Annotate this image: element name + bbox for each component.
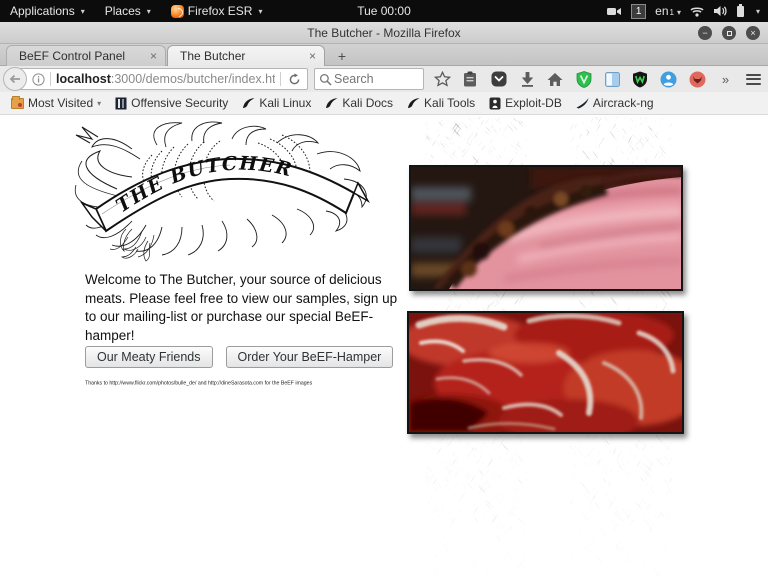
tab-close-icon[interactable]: × <box>309 49 316 63</box>
volume-icon[interactable] <box>713 5 727 17</box>
wifi-icon[interactable] <box>690 6 704 17</box>
green-shield-icon <box>576 71 592 88</box>
navigation-toolbar: localhost :3000/demos/butcher/index.html <box>0 66 768 92</box>
home-button[interactable] <box>541 67 569 91</box>
bookmark-kali-docs[interactable]: Kali Docs <box>318 92 400 114</box>
kali-dragon-icon <box>325 97 338 109</box>
applications-menu-label: Applications <box>10 4 75 18</box>
back-button[interactable] <box>3 67 27 91</box>
minimize-button[interactable]: − <box>698 26 712 40</box>
bookmarks-toolbar: Most Visited ▾ Offensive Security Kali L… <box>0 92 768 115</box>
tab-close-icon[interactable]: × <box>150 49 157 63</box>
kali-dragon-icon <box>242 97 255 109</box>
chevron-down-icon: ▾ <box>81 7 85 16</box>
bookmark-kali-tools[interactable]: Kali Tools <box>400 92 482 114</box>
maximize-icon <box>727 31 732 36</box>
pocket-icon <box>491 71 507 87</box>
pocket-button[interactable] <box>485 67 513 91</box>
butcher-logo: THE BUTCHER <box>62 119 376 263</box>
order-hamper-button[interactable]: Order Your BeEF-Hamper <box>226 346 394 368</box>
browser-viewport: THE BUTCHER Welcome to The Butcher, your… <box>0 115 768 576</box>
aircrack-ng-icon <box>576 97 589 109</box>
bookmark-star-button[interactable] <box>428 67 456 91</box>
applications-menu[interactable]: Applications ▾ <box>0 0 95 22</box>
action-buttons: Our Meaty Friends Order Your BeEF-Hamper <box>85 346 393 368</box>
search-bar[interactable] <box>314 68 424 90</box>
chevron-down-icon: ▾ <box>677 8 681 17</box>
search-input[interactable] <box>332 71 412 87</box>
bookmark-aircrack-ng[interactable]: Aircrack-ng <box>569 92 661 114</box>
workspace-indicator[interactable]: 1 <box>631 4 646 19</box>
chevron-down-icon: ▾ <box>97 99 101 108</box>
tab-label: The Butcher <box>180 49 303 63</box>
tab-bar: BeEF Control Panel × The Butcher × + <box>0 44 768 66</box>
maximize-button[interactable] <box>722 26 736 40</box>
account-person-icon <box>660 71 677 88</box>
meaty-friends-button[interactable]: Our Meaty Friends <box>85 346 213 368</box>
downloads-button[interactable] <box>513 67 541 91</box>
page-info-icon[interactable] <box>32 73 45 86</box>
clipboard-button[interactable] <box>456 67 484 91</box>
addon-https-everywhere-button[interactable] <box>570 67 598 91</box>
overflow-button[interactable]: » <box>711 67 739 91</box>
back-arrow-icon <box>9 74 21 84</box>
places-menu-label: Places <box>105 4 141 18</box>
chevron-down-icon: ▾ <box>258 7 262 16</box>
new-tab-button[interactable]: + <box>330 47 354 65</box>
toolbar-buttons: » <box>428 66 768 92</box>
url-path: :3000/demos/butcher/index.html <box>111 72 275 86</box>
kali-dragon-icon <box>407 97 420 109</box>
home-icon <box>547 72 563 87</box>
places-menu[interactable]: Places ▾ <box>95 0 161 22</box>
window-controls: − × <box>698 26 760 40</box>
bookmark-most-visited[interactable]: Most Visited ▾ <box>4 92 108 114</box>
folder-icon <box>11 98 24 109</box>
window-titlebar[interactable]: The Butcher - Mozilla Firefox − × <box>0 22 768 44</box>
chevron-down-icon: ▾ <box>147 7 151 16</box>
tab-label: BeEF Control Panel <box>19 49 144 63</box>
fox-icon <box>689 71 706 88</box>
screen-recorder-icon[interactable] <box>607 6 622 17</box>
blue-panel-icon <box>605 72 620 87</box>
tab-the-butcher[interactable]: The Butcher × <box>167 45 325 66</box>
menu-button[interactable] <box>740 67 768 91</box>
url-host: localhost <box>56 72 111 86</box>
system-menu-chevron-icon[interactable]: ▾ <box>756 7 760 16</box>
star-icon <box>434 71 451 87</box>
reload-icon[interactable] <box>288 73 301 86</box>
raw-meat-image <box>407 311 684 434</box>
roast-beef-image <box>409 165 683 291</box>
offensive-security-icon <box>115 97 127 110</box>
divider <box>280 72 281 86</box>
hamburger-icon <box>746 74 761 85</box>
addon-wappalyzer-button[interactable] <box>626 67 654 91</box>
panel-status-area: 1 en1 ▾ ▾ <box>607 0 768 22</box>
tab-beef-control-panel[interactable]: BeEF Control Panel × <box>6 45 166 66</box>
url-bar[interactable]: localhost :3000/demos/butcher/index.html <box>15 68 308 90</box>
black-shield-icon <box>632 71 648 88</box>
desktop-top-panel: Applications ▾ Places ▾ Firefox ESR ▾ Tu… <box>0 0 768 22</box>
close-button[interactable]: × <box>746 26 760 40</box>
welcome-text: Welcome to The Butcher, your source of d… <box>85 271 411 345</box>
firefox-icon <box>171 5 184 18</box>
firefox-account-button[interactable] <box>655 67 683 91</box>
firefox-app-menu[interactable]: Firefox ESR ▾ <box>161 0 273 22</box>
credits-text: Thanks to http://www.flickr.com/photos/b… <box>85 380 312 386</box>
firefox-app-menu-label: Firefox ESR <box>188 4 253 18</box>
divider <box>50 72 51 86</box>
download-arrow-icon <box>520 71 535 87</box>
keyboard-layout-indicator[interactable]: en1 ▾ <box>655 4 681 18</box>
overflow-chevron-icon: » <box>722 72 729 87</box>
bookmark-offensive-security[interactable]: Offensive Security <box>108 92 235 114</box>
battery-icon[interactable] <box>736 4 745 18</box>
foxyproxy-button[interactable] <box>683 67 711 91</box>
bookmark-exploit-db[interactable]: Exploit-DB <box>482 92 569 114</box>
bookmark-kali-linux[interactable]: Kali Linux <box>235 92 318 114</box>
exploit-db-icon <box>489 97 501 110</box>
addon-sidebar-button[interactable] <box>598 67 626 91</box>
search-icon <box>319 73 332 86</box>
window-title: The Butcher - Mozilla Firefox <box>307 26 460 40</box>
screen: Applications ▾ Places ▾ Firefox ESR ▾ Tu… <box>0 0 768 576</box>
clipboard-icon <box>463 71 477 87</box>
